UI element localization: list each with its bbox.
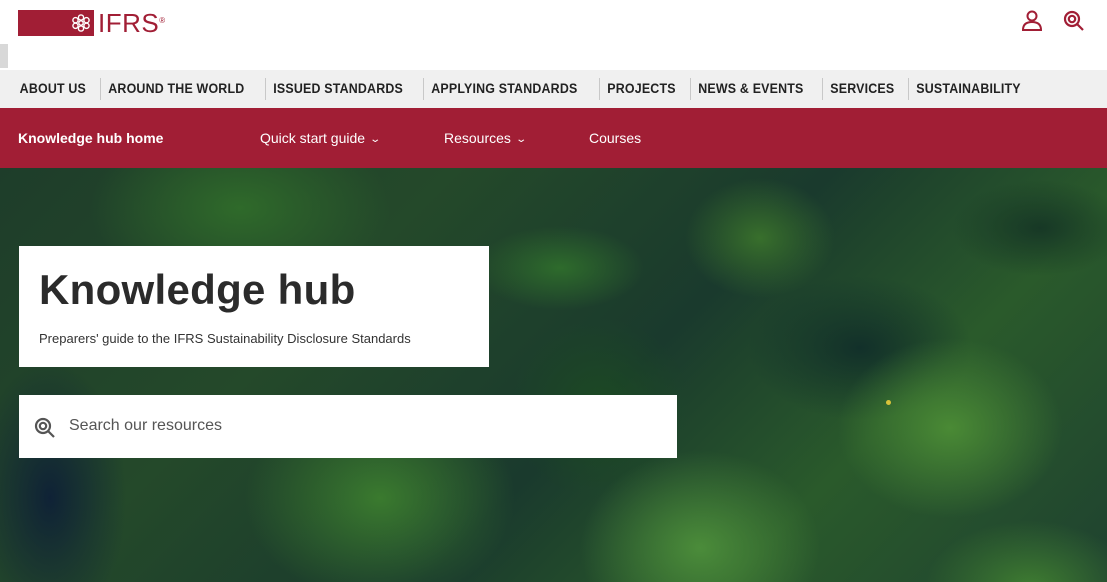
subnav-courses[interactable]: Courses (589, 108, 641, 168)
logo-text: IFRS® (98, 8, 166, 38)
secondary-nav: Knowledge hub home Quick start guide ⌄ Re… (0, 108, 1107, 168)
hero-image-detail (886, 400, 891, 405)
hero-banner: Knowledge hub Preparers' guide to the IF… (0, 168, 1107, 582)
user-icon[interactable] (1019, 8, 1045, 34)
search-icon (33, 416, 57, 440)
nav-projects[interactable]: PROJECTS (598, 78, 683, 100)
nav-issued-standards[interactable]: ISSUED STANDARDS (265, 78, 410, 100)
logo-bar (18, 10, 68, 36)
header-icons (1019, 8, 1087, 34)
primary-nav: ABOUT US AROUND THE WORLD ISSUED STANDAR… (0, 70, 1107, 108)
nav-about-us[interactable]: ABOUT US (16, 78, 93, 100)
chevron-down-icon: ⌄ (369, 134, 382, 145)
page-subtitle: Preparers' guide to the IFRS Sustainabil… (39, 331, 411, 346)
nav-news-events[interactable]: NEWS & EVENTS (690, 78, 811, 100)
subnav-quick-start-guide[interactable]: Quick start guide ⌄ (260, 108, 382, 168)
edge-tab (0, 44, 8, 68)
hero-title-card: Knowledge hub Preparers' guide to the IF… (19, 246, 489, 367)
chevron-down-icon: ⌄ (515, 134, 527, 145)
nav-services[interactable]: SERVICES (821, 78, 902, 100)
subnav-knowledge-hub-home[interactable]: Knowledge hub home (18, 108, 163, 168)
search-input[interactable] (69, 411, 659, 441)
nav-around-the-world[interactable]: AROUND THE WORLD (100, 78, 252, 100)
subnav-resources[interactable]: Resources ⌄ (444, 108, 527, 168)
ifrs-logo[interactable]: IFRS® (18, 8, 166, 38)
ifrs-flower-icon (68, 10, 94, 36)
nav-sustainability[interactable]: SUSTAINABILITY (908, 78, 1028, 100)
nav-applying-standards[interactable]: APPLYING STANDARDS (423, 78, 585, 100)
page-title: Knowledge hub (39, 266, 356, 313)
subnav-label: Quick start guide (260, 130, 366, 146)
subnav-label: Knowledge hub home (18, 130, 164, 146)
search-icon[interactable] (1061, 8, 1087, 34)
resource-search-box[interactable] (19, 395, 677, 458)
subnav-label: Courses (589, 130, 642, 146)
subnav-label: Resources (444, 130, 511, 146)
site-header: IFRS® (0, 0, 1107, 70)
